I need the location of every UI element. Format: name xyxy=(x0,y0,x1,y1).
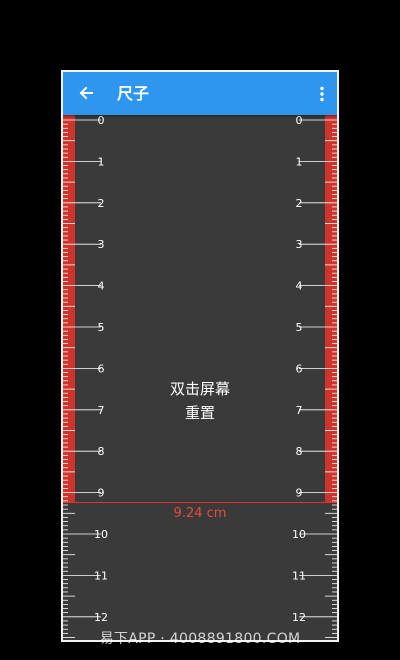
left-cm-label: 6 xyxy=(98,362,105,375)
right-cm-label: 0 xyxy=(296,115,303,127)
left-cm-label: 2 xyxy=(98,197,105,210)
right-cm-label: 5 xyxy=(296,321,303,334)
back-button[interactable] xyxy=(71,78,101,108)
right-highlight-strip xyxy=(325,115,337,503)
right-cm-label: 8 xyxy=(296,445,303,458)
phone-frame: 尺子 0 1 2 3 4 5 6 7 8 9 10 11 12 0 1 2 3 4 5 6 7 8 9 10 11 12 双击屏幕… xyxy=(61,70,339,642)
app-bar: 尺子 xyxy=(63,72,337,115)
left-cm-label: 3 xyxy=(98,238,105,251)
watermark: 易下APP · 4008891800.COM xyxy=(99,631,301,647)
right-cm-label: 2 xyxy=(296,197,303,210)
right-cm-label: 12 xyxy=(292,611,306,624)
right-cm-label: 3 xyxy=(296,238,303,251)
left-cm-label: 10 xyxy=(94,528,108,541)
app-screen: 尺子 0 1 2 3 4 5 6 7 8 9 10 11 12 0 1 2 3 4 5 6 7 8 9 10 11 12 双击屏幕… xyxy=(63,72,337,640)
right-cm-label: 1 xyxy=(296,155,303,168)
right-cm-label: 10 xyxy=(292,528,306,541)
right-cm-label: 6 xyxy=(296,362,303,375)
left-cm-label: 9 xyxy=(98,487,105,500)
page-title: 尺子 xyxy=(117,84,150,103)
arrow-left-icon xyxy=(79,86,93,100)
left-cm-label: 11 xyxy=(94,569,108,582)
right-cm-label: 4 xyxy=(296,280,303,293)
right-cm-label: 11 xyxy=(292,569,306,582)
measurement-label: 9.24 cm xyxy=(173,505,227,521)
reset-hint-line2: 重置 xyxy=(184,404,215,422)
more-vertical-icon xyxy=(320,86,324,102)
left-highlight-strip xyxy=(63,115,75,503)
more-options-button[interactable] xyxy=(313,79,331,109)
left-cm-label: 12 xyxy=(94,611,108,624)
left-cm-label: 8 xyxy=(98,445,105,458)
left-cm-label: 5 xyxy=(98,321,105,334)
right-cm-label: 9 xyxy=(296,487,303,500)
left-cm-label: 4 xyxy=(98,280,105,293)
reset-hint: 双击屏幕 重置 xyxy=(63,377,337,425)
reset-hint-line1: 双击屏幕 xyxy=(169,380,230,398)
ruler-canvas[interactable]: 0 1 2 3 4 5 6 7 8 9 10 11 12 0 1 2 3 4 5 6 7 8 9 10 11 12 双击屏幕 重置… xyxy=(63,115,337,640)
left-cm-label: 1 xyxy=(98,155,105,168)
left-cm-label: 0 xyxy=(98,115,105,127)
